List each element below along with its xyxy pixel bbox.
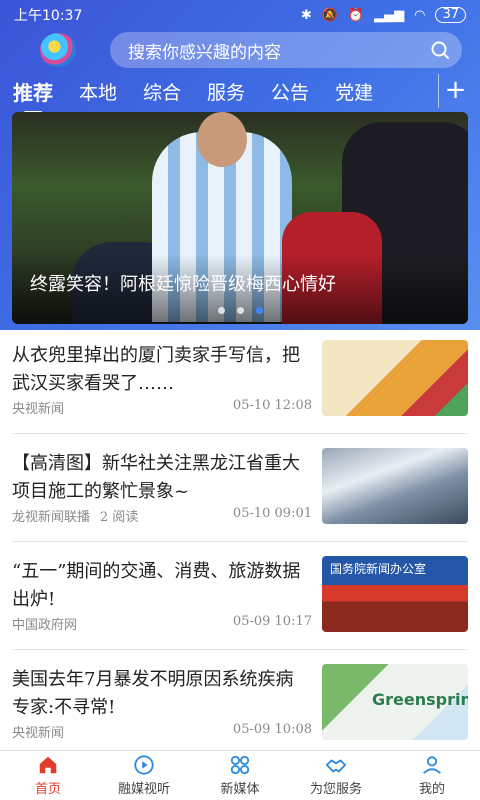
banner-carousel[interactable]: 终露笑容！阿根廷惊险晋级梅西心情好 [12, 112, 468, 324]
play-icon [134, 755, 154, 775]
search-input[interactable]: 搜索你感兴趣的内容 [110, 32, 462, 68]
carousel-dot[interactable] [236, 307, 244, 314]
search-icon[interactable] [430, 40, 450, 60]
news-time: 05-09 10:17 [232, 614, 312, 629]
category-tabs: 推荐 本地 综合 服务 公告 党建 + [0, 72, 480, 114]
carousel-dot-active[interactable] [255, 307, 263, 314]
thumbnail-caption: Greenspring [372, 690, 468, 709]
status-time: 上午10:37 [14, 8, 83, 24]
news-source: 央视新闻 [12, 402, 65, 417]
news-thumbnail[interactable]: 国务院新闻办公室 [322, 556, 468, 632]
bottom-navigation: 首页 融媒视听 新媒体 为您服务 我的 [0, 750, 480, 800]
nav-media[interactable]: 融媒视听 [96, 751, 192, 800]
carousel-dot[interactable] [217, 307, 225, 314]
nav-label: 融媒视听 [117, 782, 170, 797]
news-reads: 2 阅读 [100, 510, 139, 525]
news-source: 中国政府网 [12, 618, 78, 633]
news-item[interactable]: “五一”期间的交通、消费、旅游数据出炉! 中国政府网 05-09 10:17 国… [12, 542, 468, 650]
wifi-icon: ◠ [414, 7, 426, 23]
top-bar: 搜索你感兴趣的内容 [0, 30, 480, 70]
status-bar: 上午10:37 ✱ 🔕 ⏰ ▂▄▆ ◠ 37 [0, 0, 480, 30]
tab-notice[interactable]: 公告 [258, 78, 322, 105]
nav-label: 新媒体 [220, 782, 260, 797]
news-title[interactable]: 从衣兜里掉出的厦门卖家手写信，把武汉买家看哭了…… [12, 342, 312, 398]
battery-indicator: 37 [435, 7, 466, 23]
banner-caption: 终露笑容！阿根廷惊险晋级梅西心情好 [30, 274, 336, 295]
thumbnail-caption: 国务院新闻办公室 [330, 562, 427, 576]
tab-party[interactable]: 党建 [322, 78, 386, 105]
user-icon [423, 756, 441, 774]
news-item[interactable]: 【高清图】新华社关注黑龙江省重大项目施工的繁忙景象~ 龙视新闻联播 2 阅读 0… [12, 434, 468, 542]
news-thumbnail[interactable]: Greenspring [322, 664, 468, 740]
nav-label: 我的 [418, 782, 445, 797]
nav-new-media[interactable]: 新媒体 [192, 751, 288, 800]
news-time: 05-09 10:08 [232, 722, 312, 737]
tab-general[interactable]: 综合 [130, 78, 194, 105]
banner-photo-part [197, 112, 247, 167]
alarm-icon: ⏰ [347, 7, 365, 23]
news-source: 央视新闻 [12, 726, 65, 741]
app-logo[interactable] [40, 33, 76, 67]
signal-icon: ▂▄▆ [374, 7, 405, 23]
news-thumbnail[interactable] [322, 448, 468, 524]
bluetooth-icon: ✱ [300, 7, 312, 23]
news-item[interactable]: 从衣兜里掉出的厦门卖家手写信，把武汉买家看哭了…… 央视新闻 05-10 12:… [12, 326, 468, 434]
nav-label: 为您服务 [309, 782, 362, 797]
nav-service[interactable]: 为您服务 [288, 751, 384, 800]
tab-local[interactable]: 本地 [66, 78, 130, 105]
news-meta: 中国政府网 05-09 10:17 [12, 614, 312, 633]
news-list: 从衣兜里掉出的厦门卖家手写信，把武汉买家看哭了…… 央视新闻 05-10 12:… [0, 326, 480, 758]
news-item[interactable]: 美国去年7月暴发不明原因系统疾病 专家:不寻常! 央视新闻 05-09 10:0… [12, 650, 468, 758]
mute-icon: 🔕 [321, 7, 338, 23]
carousel-dots [12, 307, 468, 314]
search-placeholder: 搜索你感兴趣的内容 [128, 42, 281, 63]
news-thumbnail[interactable] [322, 340, 468, 416]
news-meta: 央视新闻 05-09 10:08 [12, 722, 312, 741]
news-title[interactable]: 美国去年7月暴发不明原因系统疾病 专家:不寻常! [12, 666, 312, 722]
nav-mine[interactable]: 我的 [384, 751, 480, 800]
tab-service[interactable]: 服务 [194, 78, 258, 105]
add-tab-icon[interactable]: + [438, 74, 472, 108]
handshake-icon [325, 759, 347, 773]
news-time: 05-10 09:01 [232, 506, 312, 521]
news-time: 05-10 12:08 [232, 398, 312, 413]
nav-home[interactable]: 首页 [0, 751, 96, 800]
news-source: 龙视新闻联播 [12, 510, 91, 525]
news-title[interactable]: 【高清图】新华社关注黑龙江省重大项目施工的繁忙景象~ [12, 450, 312, 506]
tab-recommend[interactable]: 推荐 [0, 77, 66, 114]
status-icons: ✱ 🔕 ⏰ ▂▄▆ ◠ 37 [301, 7, 466, 23]
grid-icon [230, 755, 250, 775]
news-meta: 龙视新闻联播 2 阅读 05-10 09:01 [12, 506, 312, 525]
nav-label: 首页 [34, 782, 61, 797]
news-title[interactable]: “五一”期间的交通、消费、旅游数据出炉! [12, 558, 312, 614]
news-meta: 央视新闻 05-10 12:08 [12, 398, 312, 417]
home-icon [39, 756, 57, 774]
